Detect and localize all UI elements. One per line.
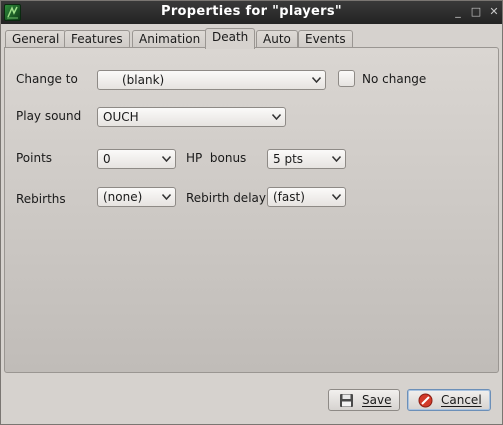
chevron-down-icon (272, 114, 281, 120)
rebirths-value: (none) (103, 190, 143, 204)
death-panel: Change to (blank) No change Play sound O… (4, 47, 499, 373)
title-bar[interactable]: Properties for "players" _ □ ✕ (1, 1, 502, 24)
cancel-icon (418, 393, 433, 408)
no-change-checkbox[interactable] (338, 70, 355, 87)
rebirth-delay-value: (fast) (273, 190, 305, 204)
window-title: Properties for "players" (161, 4, 342, 19)
cancel-button[interactable]: Cancel (407, 389, 491, 411)
tab-label: Auto (263, 32, 291, 46)
close-icon[interactable]: ✕ (486, 4, 502, 20)
tab-auto[interactable]: Auto (256, 30, 298, 48)
rebirths-label: Rebirths (16, 192, 66, 206)
change-to-value: (blank) (122, 73, 165, 87)
chevron-down-icon (162, 156, 171, 162)
chevron-down-icon (162, 194, 171, 200)
tab-label: Features (71, 32, 123, 46)
tab-death[interactable]: Death (205, 28, 256, 49)
chevron-down-icon (312, 77, 321, 83)
rebirth-delay-select[interactable]: (fast) (267, 187, 346, 207)
change-to-select[interactable]: (blank) (97, 70, 326, 90)
tab-label: Events (305, 32, 346, 46)
rebirths-select[interactable]: (none) (97, 187, 176, 207)
save-button[interactable]: Save (328, 389, 400, 411)
hp-bonus-label: HP bonus (186, 151, 247, 165)
points-label: Points (16, 151, 53, 165)
maximize-icon[interactable]: □ (468, 4, 484, 20)
save-label: Save (362, 393, 392, 407)
change-to-label: Change to (16, 72, 78, 86)
minimize-icon[interactable]: _ (450, 4, 466, 20)
cancel-label: Cancel (441, 393, 482, 407)
tab-features[interactable]: Features (64, 30, 130, 48)
points-value: 0 (103, 152, 111, 166)
no-change-label[interactable]: No change (362, 72, 426, 86)
properties-dialog: Properties for "players" _ □ ✕ General F… (0, 0, 503, 425)
floppy-disk-icon (340, 394, 353, 407)
tab-animation[interactable]: Animation (132, 30, 208, 48)
chevron-down-icon (332, 194, 341, 200)
tab-events[interactable]: Events (298, 30, 353, 48)
play-sound-select[interactable]: OUCH (97, 107, 286, 127)
play-sound-label: Play sound (16, 109, 82, 123)
tab-label: Animation (139, 32, 201, 46)
tab-label: General (12, 32, 60, 46)
chevron-down-icon (332, 156, 341, 162)
rebirth-delay-label: Rebirth delay (186, 191, 266, 205)
tab-general[interactable]: General (5, 30, 67, 48)
hp-bonus-select[interactable]: 5 pts (267, 149, 346, 169)
tab-label: Death (212, 30, 249, 44)
hp-bonus-value: 5 pts (273, 152, 304, 166)
points-select[interactable]: 0 (97, 149, 176, 169)
play-sound-value: OUCH (103, 110, 139, 124)
